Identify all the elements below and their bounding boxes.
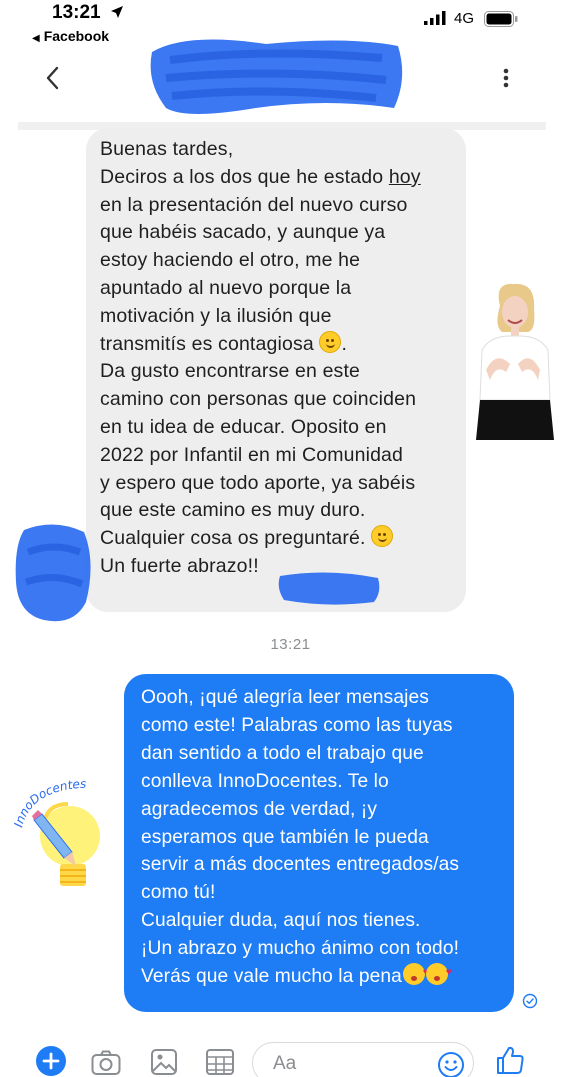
sent-line: como tú! <box>141 882 216 904</box>
innodocentes-logo: InnoDocentes <box>12 777 100 886</box>
kiss-emoji-icon <box>402 959 429 987</box>
sender-avatar-redaction <box>15 524 91 622</box>
thumbs-up-icon[interactable] <box>494 1044 526 1076</box>
plus-button[interactable] <box>36 1046 66 1076</box>
back-app-label: Facebook <box>43 28 110 44</box>
sent-last-text: Verás que vale mucho la pena <box>141 966 402 988</box>
message-composer: Aa <box>0 1034 581 1077</box>
signal-icon <box>424 11 446 25</box>
smile-emoji-icon <box>371 525 394 548</box>
received-line: Un fuerte abrazo!! <box>100 554 259 577</box>
back-triangle-icon: ◀ <box>32 33 40 44</box>
received-line: Cualquier cosa os preguntaré. <box>100 527 372 550</box>
underlined-word-link[interactable]: hoy <box>389 166 421 188</box>
battery-icon <box>484 11 518 27</box>
received-dot: . <box>341 332 348 355</box>
signature-redaction <box>278 572 380 605</box>
sent-line: conlleva InnoDocentes. Te lo <box>141 770 389 792</box>
sent-line-last: Verás que vale mucho la pena <box>141 959 500 991</box>
status-time: 13:21 <box>52 2 101 23</box>
message-timestamp: 13:21 <box>270 636 311 653</box>
chat-header <box>0 39 581 122</box>
received-line: Buenas tardes, <box>100 138 234 160</box>
seen-check-icon <box>522 993 538 1009</box>
smile-emoji-icon <box>319 330 342 353</box>
sent-line: como este! Palabras como las tuyas <box>141 714 453 736</box>
received-line: Deciros a los dos que he estado <box>100 165 389 188</box>
message-input-placeholder: Aa <box>273 1053 297 1074</box>
received-paragraph: en la presentación del nuevo curso que h… <box>100 193 408 327</box>
location-arrow-icon <box>111 6 123 18</box>
received-message-text: Buenas tardes, Deciros a los dos que he … <box>100 136 452 581</box>
sent-line: Oooh, ¡qué alegría leer mensajes <box>141 687 429 708</box>
sent-message-bubble[interactable]: Oooh, ¡qué alegría leer mensajes como es… <box>124 674 514 1012</box>
gif-icon[interactable] <box>204 1046 236 1077</box>
more-vertical-icon[interactable] <box>498 66 514 90</box>
sent-line: servir a más docentes entregados/as <box>141 854 460 876</box>
message-input[interactable]: Aa <box>252 1042 474 1077</box>
emoji-icon[interactable] <box>437 1051 465 1077</box>
back-to-app-link[interactable]: ◀ Facebook <box>32 28 109 44</box>
plus-icon <box>42 1052 60 1070</box>
contact-name-redaction <box>150 39 403 114</box>
sent-line: esperamos que también le pueda <box>141 826 429 848</box>
received-message-bubble[interactable]: Buenas tardes, Deciros a los dos que he … <box>86 128 466 612</box>
sent-line: dan sentido a todo el trabajo que <box>141 742 424 764</box>
back-chevron-icon[interactable] <box>42 64 66 92</box>
kiss-emoji-icon <box>425 959 452 987</box>
network-type: 4G <box>454 10 475 27</box>
photo-icon[interactable] <box>148 1046 180 1077</box>
sticker-image <box>476 283 554 440</box>
sent-line: agradecemos de verdad, ¡y <box>141 798 378 820</box>
received-paragraph: Da gusto encontrarse en este camino con … <box>100 360 417 522</box>
camera-icon[interactable] <box>90 1046 122 1077</box>
sent-line: Cualquier duda, aquí nos tienes. <box>141 910 421 932</box>
received-line: transmitís es contagiosa <box>100 332 320 355</box>
sent-message-text: Oooh, ¡qué alegría leer mensajes como es… <box>141 684 500 991</box>
